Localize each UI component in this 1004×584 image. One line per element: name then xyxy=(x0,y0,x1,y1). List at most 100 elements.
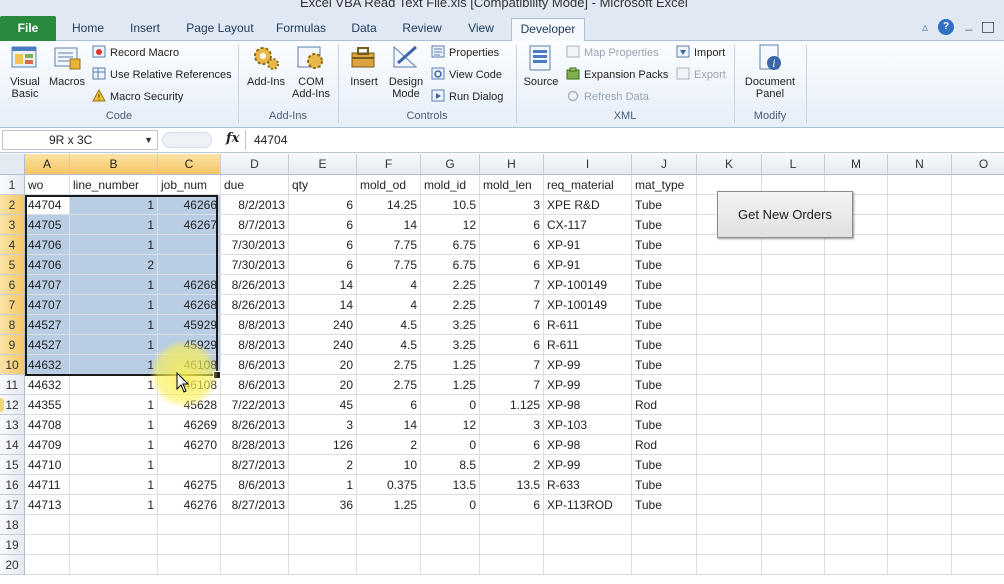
cell-m17[interactable] xyxy=(825,495,888,515)
row-header-6[interactable]: 6 xyxy=(0,275,25,295)
cell-g19[interactable] xyxy=(421,535,480,555)
cell-n2[interactable] xyxy=(888,195,952,215)
cell-m6[interactable] xyxy=(825,275,888,295)
cell-n13[interactable] xyxy=(888,415,952,435)
cell-m5[interactable] xyxy=(825,255,888,275)
cell-k19[interactable] xyxy=(697,535,762,555)
cell-l15[interactable] xyxy=(762,455,825,475)
cell-o5[interactable] xyxy=(952,255,1004,275)
cell-l18[interactable] xyxy=(762,515,825,535)
cell-b3[interactable]: 1 xyxy=(70,215,158,235)
row-header-9[interactable]: 9 xyxy=(0,335,25,355)
cell-c14[interactable]: 46270 xyxy=(158,435,221,455)
cell-j18[interactable] xyxy=(632,515,697,535)
cell-d12[interactable]: 7/22/2013 xyxy=(221,395,289,415)
cell-j10[interactable]: Tube xyxy=(632,355,697,375)
row-header-3[interactable]: 3 xyxy=(0,215,25,235)
cell-c2[interactable]: 46266 xyxy=(158,195,221,215)
cell-e13[interactable]: 3 xyxy=(289,415,357,435)
cell-k18[interactable] xyxy=(697,515,762,535)
cell-l7[interactable] xyxy=(762,295,825,315)
cell-a19[interactable] xyxy=(25,535,70,555)
cell-b10[interactable]: 1 xyxy=(70,355,158,375)
cell-e2[interactable]: 6 xyxy=(289,195,357,215)
cell-h17[interactable]: 6 xyxy=(480,495,544,515)
cell-f1[interactable]: mold_od xyxy=(357,175,421,195)
cell-n5[interactable] xyxy=(888,255,952,275)
tab-page-layout[interactable]: Page Layout xyxy=(180,18,260,41)
row-header-16[interactable]: 16 xyxy=(0,475,25,495)
cell-n6[interactable] xyxy=(888,275,952,295)
cell-a16[interactable]: 44711 xyxy=(25,475,70,495)
cell-a15[interactable]: 44710 xyxy=(25,455,70,475)
cell-i13[interactable]: XP-103 xyxy=(544,415,632,435)
cell-f6[interactable]: 4 xyxy=(357,275,421,295)
cell-m9[interactable] xyxy=(825,335,888,355)
cell-o17[interactable] xyxy=(952,495,1004,515)
chevron-down-icon[interactable]: ▼ xyxy=(144,131,153,149)
cell-k8[interactable] xyxy=(697,315,762,335)
cell-h16[interactable]: 13.5 xyxy=(480,475,544,495)
cell-m12[interactable] xyxy=(825,395,888,415)
view-code-button[interactable]: View Code xyxy=(431,66,502,84)
cell-a1[interactable]: wo xyxy=(25,175,70,195)
cell-j11[interactable]: Tube xyxy=(632,375,697,395)
cell-d19[interactable] xyxy=(221,535,289,555)
cell-c15[interactable] xyxy=(158,455,221,475)
properties-button[interactable]: Properties xyxy=(431,44,499,62)
cell-i4[interactable]: XP-91 xyxy=(544,235,632,255)
cell-n7[interactable] xyxy=(888,295,952,315)
cell-i18[interactable] xyxy=(544,515,632,535)
cell-a2[interactable]: 44704 xyxy=(25,195,70,215)
cell-o20[interactable] xyxy=(952,555,1004,575)
cell-e1[interactable]: qty xyxy=(289,175,357,195)
name-box[interactable]: 9R x 3C ▼ xyxy=(2,130,158,150)
cell-b19[interactable] xyxy=(70,535,158,555)
cell-d13[interactable]: 8/26/2013 xyxy=(221,415,289,435)
cell-j8[interactable]: Tube xyxy=(632,315,697,335)
cell-i15[interactable]: XP-99 xyxy=(544,455,632,475)
column-header-a[interactable]: A xyxy=(25,154,70,175)
cell-c9[interactable]: 45929 xyxy=(158,335,221,355)
cell-m16[interactable] xyxy=(825,475,888,495)
cell-m20[interactable] xyxy=(825,555,888,575)
cell-a5[interactable]: 44706 xyxy=(25,255,70,275)
cell-n4[interactable] xyxy=(888,235,952,255)
cell-h14[interactable]: 6 xyxy=(480,435,544,455)
cell-m19[interactable] xyxy=(825,535,888,555)
cell-g10[interactable]: 1.25 xyxy=(421,355,480,375)
cell-b4[interactable]: 1 xyxy=(70,235,158,255)
cell-h12[interactable]: 1.125 xyxy=(480,395,544,415)
cell-g15[interactable]: 8.5 xyxy=(421,455,480,475)
tab-formulas[interactable]: Formulas xyxy=(270,18,332,41)
cell-o14[interactable] xyxy=(952,435,1004,455)
row-header-7[interactable]: 7 xyxy=(0,295,25,315)
cell-d6[interactable]: 8/26/2013 xyxy=(221,275,289,295)
cell-o10[interactable] xyxy=(952,355,1004,375)
cell-c10[interactable]: 46108 xyxy=(158,355,221,375)
cell-c3[interactable]: 46267 xyxy=(158,215,221,235)
cell-e14[interactable]: 126 xyxy=(289,435,357,455)
cell-d14[interactable]: 8/28/2013 xyxy=(221,435,289,455)
cell-e11[interactable]: 20 xyxy=(289,375,357,395)
cell-c6[interactable]: 46268 xyxy=(158,275,221,295)
cell-j15[interactable]: Tube xyxy=(632,455,697,475)
cell-n10[interactable] xyxy=(888,355,952,375)
cell-e17[interactable]: 36 xyxy=(289,495,357,515)
cell-e12[interactable]: 45 xyxy=(289,395,357,415)
cell-b14[interactable]: 1 xyxy=(70,435,158,455)
cell-f10[interactable]: 2.75 xyxy=(357,355,421,375)
cell-i3[interactable]: CX-117 xyxy=(544,215,632,235)
cell-h2[interactable]: 3 xyxy=(480,195,544,215)
cell-h15[interactable]: 2 xyxy=(480,455,544,475)
column-header-g[interactable]: G xyxy=(421,154,480,175)
cell-e4[interactable]: 6 xyxy=(289,235,357,255)
cell-h5[interactable]: 6 xyxy=(480,255,544,275)
cell-f15[interactable]: 10 xyxy=(357,455,421,475)
cell-b7[interactable]: 1 xyxy=(70,295,158,315)
cell-b2[interactable]: 1 xyxy=(70,195,158,215)
cell-d7[interactable]: 8/26/2013 xyxy=(221,295,289,315)
cell-a20[interactable] xyxy=(25,555,70,575)
cell-f5[interactable]: 7.75 xyxy=(357,255,421,275)
cell-d8[interactable]: 8/8/2013 xyxy=(221,315,289,335)
